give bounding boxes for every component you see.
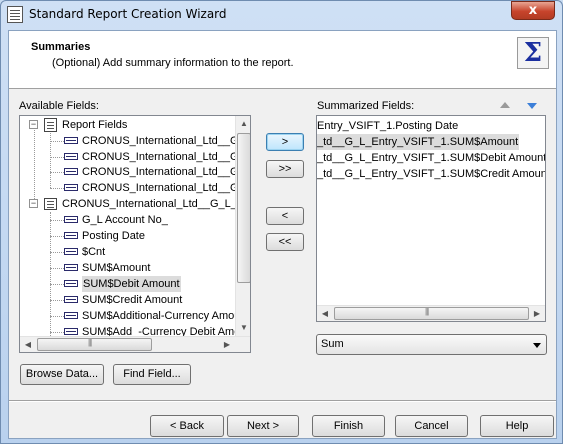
scroll-up-arrow-icon[interactable]: ▲ <box>236 116 250 132</box>
available-fields-label: Available Fields: <box>19 100 99 112</box>
collapse-icon[interactable]: − <box>29 120 38 129</box>
tree-item-field[interactable]: Posting Date <box>20 228 235 244</box>
add-all-fields-button[interactable]: >> <box>266 160 304 178</box>
tree-item-label: $Cnt <box>82 246 106 258</box>
wizard-window: Standard Report Creation Wizard x Summar… <box>0 0 563 444</box>
summary-sigma-icon: Σ <box>517 37 549 69</box>
summarized-item-label: Entry_VSIFT_1.Posting Date <box>317 120 459 132</box>
footer-divider <box>9 400 556 402</box>
vertical-scrollbar[interactable]: ▲ ▼ <box>235 116 250 336</box>
back-button[interactable]: < Back <box>150 415 224 437</box>
scrollbar-grip: ||| <box>425 307 429 316</box>
scroll-left-arrow-icon[interactable]: ◀ <box>317 306 333 321</box>
summarized-item-label: _td__G_L_Entry_VSIFT_1.SUM$Amount <box>317 134 520 150</box>
browse-data-button[interactable]: Browse Data... <box>20 364 104 385</box>
scroll-right-arrow-icon[interactable]: ▶ <box>219 337 235 352</box>
tree-item-field[interactable]: CRONUS_International_Ltd__G <box>20 164 239 180</box>
report-fields-icon <box>44 118 57 132</box>
tree-item-label: G_L Account No_ <box>82 214 168 226</box>
field-icon <box>64 248 78 255</box>
wizard-body: Summaries (Optional) Add summary informa… <box>8 30 557 439</box>
tree-item-label: CRONUS_International_Ltd__G <box>82 151 239 163</box>
available-fields-tree[interactable]: − Report Fields CRONUS_International_Ltd… <box>19 115 251 353</box>
summary-type-value: Sum <box>321 338 344 350</box>
scroll-right-arrow-icon[interactable]: ▶ <box>529 306 545 321</box>
tree-item-field[interactable]: SUM$Amount <box>20 260 235 276</box>
horizontal-scrollbar[interactable]: ◀ ||| ▶ <box>20 336 250 352</box>
help-button[interactable]: Help <box>480 415 554 437</box>
summarized-item[interactable]: Entry_VSIFT_1.Posting Date <box>317 118 545 134</box>
tree-item-label: Posting Date <box>82 230 145 242</box>
field-icon <box>64 296 78 303</box>
summary-type-select[interactable]: Sum <box>316 334 547 355</box>
field-icon <box>64 168 78 175</box>
scrollbar-grip: ||| <box>88 338 92 347</box>
field-icon <box>64 153 78 160</box>
tree-item-label: CRONUS_International_Ltd__G <box>82 135 239 147</box>
scroll-left-arrow-icon[interactable]: ◀ <box>20 337 36 352</box>
collapse-icon[interactable]: − <box>29 199 38 208</box>
tree-item-report-fields[interactable]: − Report Fields <box>20 117 235 133</box>
cancel-button[interactable]: Cancel <box>395 415 468 437</box>
tree-item-field-selected[interactable]: SUM$Debit Amount <box>20 276 235 292</box>
find-field-button[interactable]: Find Field... <box>113 364 191 385</box>
title-bar[interactable]: Standard Report Creation Wizard x <box>1 1 562 29</box>
field-icon <box>64 137 78 144</box>
chevron-down-icon[interactable] <box>533 343 541 348</box>
field-icon <box>64 312 78 319</box>
page-title: Summaries <box>31 41 91 53</box>
finish-button[interactable]: Finish <box>312 415 385 437</box>
field-icon <box>64 328 78 335</box>
summarized-fields-list[interactable]: Entry_VSIFT_1.Posting Date _td__G_L_Entr… <box>316 115 546 322</box>
horizontal-scrollbar[interactable]: ◀ ||| ▶ <box>317 305 545 321</box>
summarized-item[interactable]: _td__G_L_Entry_VSIFT_1.SUM$Credit Amount <box>317 166 545 182</box>
field-icon <box>64 184 78 191</box>
tree-item-field[interactable]: SUM$Additional-Currency Amou <box>20 308 240 324</box>
page-subtitle: (Optional) Add summary information to th… <box>52 57 294 69</box>
scrollbar-thumb[interactable] <box>37 338 152 351</box>
window-title: Standard Report Creation Wizard <box>29 7 227 21</box>
tree-item-label: SUM$Debit Amount <box>82 276 181 292</box>
field-icon <box>64 232 78 239</box>
tree-item-label: CRONUS_International_Ltd__G <box>82 182 239 194</box>
summarized-item-selected[interactable]: _td__G_L_Entry_VSIFT_1.SUM$Amount <box>317 134 545 150</box>
add-field-button[interactable]: > <box>266 133 304 151</box>
tree-item-field[interactable]: SUM$Credit Amount <box>20 292 235 308</box>
tree-item-label: SUM$Additional-Currency Amou <box>82 310 241 322</box>
tree-item-field[interactable]: CRONUS_International_Ltd__G <box>20 180 239 196</box>
tree-item-field[interactable]: $Cnt <box>20 244 235 260</box>
tree-item-field[interactable]: CRONUS_International_Ltd__G <box>20 133 239 149</box>
wizard-header: Summaries (Optional) Add summary informa… <box>9 31 556 89</box>
tree-item-label: Report Fields <box>62 119 128 131</box>
summarized-item[interactable]: _td__G_L_Entry_VSIFT_1.SUM$Debit Amount <box>317 150 545 166</box>
field-icon <box>64 216 78 223</box>
next-button[interactable]: Next > <box>227 415 299 437</box>
remove-all-fields-button[interactable]: << <box>266 233 304 251</box>
tree-item-label: CRONUS_International_Ltd__G <box>82 166 239 178</box>
tree-item-label: SUM$Amount <box>82 262 151 274</box>
field-icon <box>64 280 78 287</box>
report-wizard-icon <box>7 6 23 23</box>
field-icon <box>64 264 78 271</box>
scrollbar-thumb[interactable] <box>334 307 529 320</box>
tree-item-field[interactable]: CRONUS_International_Ltd__G <box>20 149 239 165</box>
tree-item-field[interactable]: G_L Account No_ <box>20 212 235 228</box>
tree-item-table[interactable]: − CRONUS_International_Ltd__G_L_ <box>20 196 237 212</box>
summarized-fields-label: Summarized Fields: <box>317 100 415 112</box>
close-button[interactable]: x <box>511 1 555 20</box>
tree-item-label: CRONUS_International_Ltd__G_L_ <box>62 198 237 210</box>
scroll-down-arrow-icon[interactable]: ▼ <box>236 320 250 336</box>
summarized-item-label: _td__G_L_Entry_VSIFT_1.SUM$Credit Amount <box>317 168 546 180</box>
remove-field-button[interactable]: < <box>266 207 304 225</box>
scrollbar-thumb[interactable] <box>237 133 250 283</box>
summarized-item-label: _td__G_L_Entry_VSIFT_1.SUM$Debit Amount <box>317 152 546 164</box>
move-up-arrow-icon[interactable] <box>500 102 510 108</box>
table-icon <box>44 198 57 210</box>
move-down-arrow-icon[interactable] <box>527 103 537 109</box>
tree-item-label: SUM$Credit Amount <box>82 294 183 306</box>
